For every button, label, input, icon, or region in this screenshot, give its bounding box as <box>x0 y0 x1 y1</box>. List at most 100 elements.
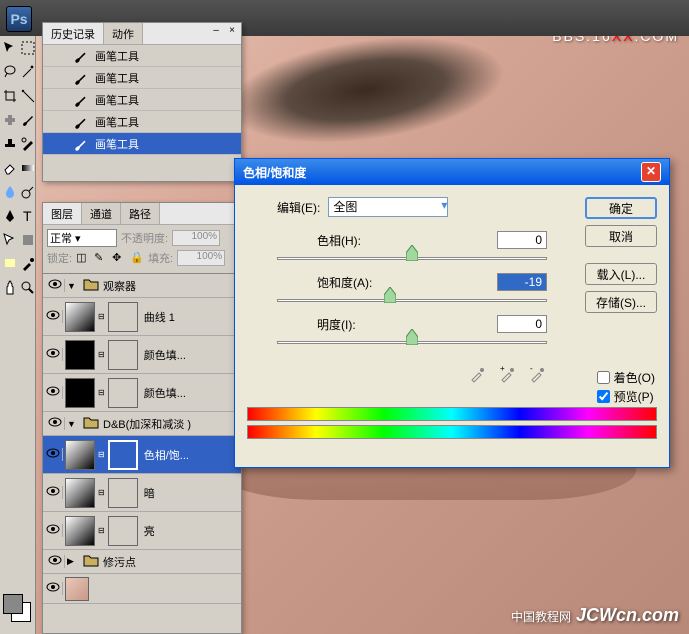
group-name: 观察器 <box>103 278 136 294</box>
gradient-tool[interactable] <box>20 160 36 176</box>
layer-mask <box>108 378 138 408</box>
hue-slider[interactable] <box>277 251 547 267</box>
link-icon: ⊟ <box>98 450 105 459</box>
move-tool[interactable] <box>2 40 18 56</box>
brush-tool[interactable] <box>20 112 36 128</box>
history-brush-tool[interactable] <box>20 136 36 152</box>
crop-tool[interactable] <box>2 88 18 104</box>
svg-text:-: - <box>530 365 533 373</box>
save-button[interactable]: 存储(S)... <box>585 291 657 313</box>
visibility-toggle[interactable] <box>43 582 63 595</box>
layer-row[interactable]: ⊟ 亮 <box>43 512 241 550</box>
tab-actions[interactable]: 动作 <box>104 23 143 44</box>
saturation-slider[interactable] <box>277 293 547 309</box>
ok-button[interactable]: 确定 <box>585 197 657 219</box>
layer-name: 颜色填... <box>144 347 186 363</box>
lock-all-icon[interactable]: 🔒 <box>130 251 144 265</box>
history-item[interactable]: 画笔工具 <box>43 111 241 133</box>
layer-row[interactable] <box>43 574 241 604</box>
visibility-toggle[interactable] <box>43 524 63 537</box>
layer-group[interactable]: ▼ D&B(加深和减淡 ) <box>43 412 241 436</box>
close-icon[interactable]: ✕ <box>641 162 661 182</box>
wand-tool[interactable] <box>20 64 36 80</box>
svg-text:+: + <box>500 365 505 373</box>
visibility-toggle[interactable] <box>43 310 63 323</box>
layer-controls: 正常 ▾ 不透明度: 100% 锁定: ◫ ✎ ✥ 🔒 填充: 100% <box>43 225 241 273</box>
layer-group[interactable]: ▶ 修污点 <box>43 550 241 574</box>
visibility-toggle[interactable] <box>45 555 65 568</box>
zoom-tool[interactable] <box>20 280 36 296</box>
layer-group[interactable]: ▼ 观察器 <box>43 274 241 298</box>
preview-checkbox[interactable] <box>597 390 610 403</box>
expand-icon[interactable]: ▶ <box>67 556 77 567</box>
history-item[interactable]: 画笔工具 <box>43 67 241 89</box>
slider-thumb-icon[interactable] <box>406 329 418 345</box>
tab-layers[interactable]: 图层 <box>43 203 82 224</box>
visibility-toggle[interactable] <box>45 417 65 430</box>
shape-tool[interactable] <box>20 232 36 248</box>
eyedropper-plus-icon[interactable]: + <box>499 365 517 383</box>
slider-thumb-icon[interactable] <box>406 245 418 261</box>
layer-row[interactable]: ⊟ 曲线 1 <box>43 298 241 336</box>
link-icon: ⊟ <box>98 388 105 397</box>
heal-tool[interactable] <box>2 112 18 128</box>
lightness-slider[interactable] <box>277 335 547 351</box>
lightness-input[interactable] <box>497 315 547 333</box>
lock-pixels-icon[interactable]: ✎ <box>94 251 108 265</box>
hand-tool[interactable] <box>2 280 18 296</box>
blur-tool[interactable] <box>2 184 18 200</box>
dodge-tool[interactable] <box>20 184 36 200</box>
visibility-toggle[interactable] <box>43 486 63 499</box>
history-item[interactable]: 画笔工具 <box>43 45 241 67</box>
eyedropper-minus-icon[interactable]: - <box>529 365 547 383</box>
eraser-tool[interactable] <box>2 160 18 176</box>
color-swatches[interactable] <box>3 594 33 624</box>
dialog-title-text: 色相/饱和度 <box>243 164 306 181</box>
visibility-toggle[interactable] <box>43 448 63 461</box>
eyedropper-icon[interactable] <box>469 365 487 383</box>
visibility-toggle[interactable] <box>45 279 65 292</box>
eyedropper-tool[interactable] <box>20 256 36 272</box>
layer-row[interactable]: ⊟ 暗 <box>43 474 241 512</box>
fill-field[interactable]: 100% <box>177 250 225 266</box>
expand-icon[interactable]: ▼ <box>67 419 77 429</box>
slider-thumb-icon[interactable] <box>384 287 396 303</box>
ps-logo: Ps <box>6 6 32 32</box>
slice-tool[interactable] <box>20 88 36 104</box>
notes-tool[interactable] <box>2 256 18 272</box>
visibility-toggle[interactable] <box>43 386 63 399</box>
tab-paths[interactable]: 路径 <box>121 203 160 224</box>
blend-mode-select[interactable]: 正常 ▾ <box>47 229 117 247</box>
panel-close-icon[interactable]: × <box>225 25 239 39</box>
tab-channels[interactable]: 通道 <box>82 203 121 224</box>
load-button[interactable]: 载入(L)... <box>585 263 657 285</box>
lock-position-icon[interactable]: ✥ <box>112 251 126 265</box>
colorize-checkbox[interactable] <box>597 371 610 384</box>
cancel-button[interactable]: 取消 <box>585 225 657 247</box>
lasso-tool[interactable] <box>2 64 18 80</box>
type-tool[interactable]: T <box>20 208 36 224</box>
dialog-titlebar[interactable]: 色相/饱和度 ✕ <box>235 159 669 185</box>
opacity-field[interactable]: 100% <box>172 230 220 246</box>
edit-select[interactable]: 全图▾ <box>328 197 448 217</box>
visibility-toggle[interactable] <box>43 348 63 361</box>
history-item[interactable]: 画笔工具 <box>43 89 241 111</box>
expand-icon[interactable]: ▼ <box>67 281 77 291</box>
panel-minimize-icon[interactable]: – <box>209 25 223 39</box>
layer-row[interactable]: ⊟ 颜色填... <box>43 336 241 374</box>
hue-input[interactable] <box>497 231 547 249</box>
layer-row[interactable]: ⊟ 颜色填... <box>43 374 241 412</box>
layer-row[interactable]: ⊟ 色相/饱... <box>43 436 241 474</box>
marquee-tool[interactable] <box>20 40 36 56</box>
path-tool[interactable] <box>2 232 18 248</box>
history-item[interactable]: 画笔工具 <box>43 133 241 155</box>
foreground-color[interactable] <box>3 594 23 614</box>
stamp-tool[interactable] <box>2 136 18 152</box>
saturation-input[interactable] <box>497 273 547 291</box>
eyebrow-region <box>220 21 511 159</box>
tab-history[interactable]: 历史记录 <box>43 23 104 44</box>
layer-mask <box>108 440 138 470</box>
history-list: 画笔工具 画笔工具 画笔工具 画笔工具 画笔工具 <box>43 45 241 155</box>
pen-tool[interactable] <box>2 208 18 224</box>
lock-transparency-icon[interactable]: ◫ <box>76 251 90 265</box>
